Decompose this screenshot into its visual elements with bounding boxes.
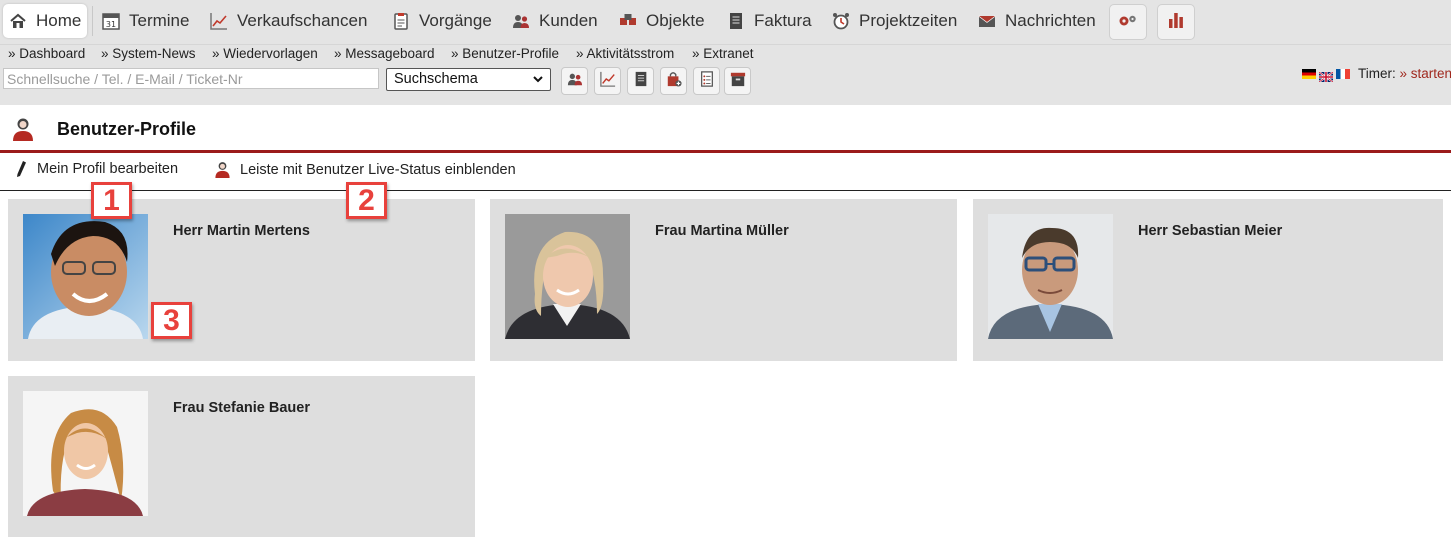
language-switcher <box>1302 69 1350 83</box>
nav-kunden[interactable]: Kunden <box>512 4 598 38</box>
edit-profile-label: Mein Profil bearbeiten <box>37 161 179 177</box>
home-icon <box>9 12 27 30</box>
settings-button[interactable] <box>1109 4 1147 40</box>
profile-name[interactable]: Frau Stefanie Bauer <box>173 400 310 416</box>
nav-vorgaenge[interactable]: Vorgänge <box>392 4 492 38</box>
main-navigation: Home 31 Termine Verkaufschancen Vorgänge… <box>0 0 1451 44</box>
nav-termine[interactable]: 31 Termine <box>102 4 189 38</box>
search-schema-value: Suchschema <box>394 71 478 87</box>
nav-vorgaenge-label: Vorgänge <box>419 11 492 30</box>
profile-photo[interactable] <box>988 214 1113 339</box>
pencil-icon <box>14 160 28 178</box>
nav-faktura[interactable]: Faktura <box>727 4 812 38</box>
bar-chart-icon <box>1167 11 1185 34</box>
timer: Timer: » starten <box>1358 66 1451 81</box>
nav-projektzeiten-label: Projektzeiten <box>859 11 958 30</box>
profile-card[interactable]: Herr Sebastian Meier <box>973 199 1443 361</box>
calendar-icon: 31 <box>102 12 120 30</box>
action-bar: Mein Profil bearbeiten Leiste mit Benutz… <box>0 153 1451 191</box>
show-live-status-label: Leiste mit Benutzer Live-Status einblend… <box>240 161 516 178</box>
chevron-down-icon <box>532 73 544 89</box>
document-list-icon <box>699 70 715 92</box>
nav-kunden-label: Kunden <box>539 11 598 30</box>
user-profile-icon <box>11 116 35 147</box>
nav-verkaufschancen[interactable]: Verkaufschancen <box>210 4 367 38</box>
subnav-aktivitaetsstrom[interactable]: » Aktivitätsstrom <box>576 46 674 61</box>
quick-invoice-button[interactable] <box>627 67 654 95</box>
quick-opportunities-button[interactable] <box>594 67 621 95</box>
invoice-icon <box>633 71 649 92</box>
nav-separator <box>92 6 93 36</box>
subnav-messageboard[interactable]: » Messageboard <box>334 46 435 61</box>
nav-termine-label: Termine <box>129 11 190 30</box>
page-header: Benutzer-Profile <box>0 105 1451 153</box>
quick-archive-button[interactable] <box>724 67 751 95</box>
bag-add-icon <box>666 71 682 92</box>
nav-objekte[interactable]: Objekte <box>619 4 705 38</box>
profile-photo[interactable] <box>505 214 630 339</box>
profile-name[interactable]: Herr Martin Mertens <box>173 223 310 239</box>
cubes-icon <box>619 12 637 30</box>
nav-projektzeiten[interactable]: Projektzeiten <box>832 4 957 38</box>
nav-nachrichten[interactable]: Nachrichten <box>978 4 1096 38</box>
subnav-benutzer-profile[interactable]: » Benutzer-Profile <box>451 46 559 61</box>
invoice-icon <box>727 12 745 30</box>
users-icon <box>512 12 530 30</box>
annotation-marker-1: 1 <box>91 182 132 219</box>
sub-navigation: » Dashboard » System-News » Wiedervorlag… <box>0 44 1451 64</box>
quick-search-input[interactable] <box>3 68 379 89</box>
chart-line-icon <box>210 12 228 30</box>
uk-flag-icon[interactable] <box>1318 69 1334 83</box>
envelope-icon <box>978 12 996 30</box>
nav-faktura-label: Faktura <box>754 11 812 30</box>
quick-customers-button[interactable] <box>561 67 588 95</box>
clipboard-icon <box>392 12 410 30</box>
nav-objekte-label: Objekte <box>646 11 705 30</box>
page-title: Benutzer-Profile <box>57 119 197 139</box>
alarm-clock-icon <box>832 12 850 30</box>
svg-text:31: 31 <box>106 20 116 29</box>
search-schema-select[interactable]: Suchschema <box>386 68 551 91</box>
subnav-wiedervorlagen[interactable]: » Wiedervorlagen <box>212 46 318 61</box>
subnav-dashboard[interactable]: » Dashboard <box>8 46 85 61</box>
annotation-marker-2: 2 <box>346 182 387 219</box>
de-flag-icon[interactable] <box>1302 69 1316 79</box>
quick-order-button[interactable] <box>660 67 687 95</box>
quick-toolbar: Suchschema <box>0 64 1451 105</box>
nav-verkaufschancen-label: Verkaufschancen <box>237 11 368 30</box>
statistics-button[interactable] <box>1157 4 1195 40</box>
subnav-system-news[interactable]: » System-News <box>101 46 196 61</box>
users-icon <box>567 71 583 92</box>
nav-home[interactable]: Home <box>3 4 87 38</box>
chart-line-icon <box>599 71 616 92</box>
profile-card[interactable]: Frau Martina Müller <box>490 199 957 361</box>
nav-nachrichten-label: Nachrichten <box>1005 11 1096 30</box>
profile-photo[interactable] <box>23 391 148 516</box>
user-status-icon <box>214 160 231 179</box>
profile-card[interactable]: Herr Martin Mertens <box>8 199 475 361</box>
edit-profile-link[interactable]: Mein Profil bearbeiten <box>14 160 178 178</box>
timer-start-link[interactable]: » starten <box>1400 66 1451 81</box>
annotation-marker-3: 3 <box>151 302 192 339</box>
timer-label: Timer: <box>1358 66 1396 81</box>
profile-photo[interactable] <box>23 214 148 339</box>
subnav-extranet[interactable]: » Extranet <box>692 46 754 61</box>
fr-flag-icon[interactable] <box>1336 69 1350 79</box>
show-live-status-link[interactable]: Leiste mit Benutzer Live-Status einblend… <box>214 160 516 179</box>
profile-card[interactable]: Frau Stefanie Bauer <box>8 376 475 537</box>
quick-document-button[interactable] <box>693 67 720 95</box>
archive-box-icon <box>730 71 746 92</box>
nav-home-label: Home <box>36 11 82 30</box>
profile-name[interactable]: Herr Sebastian Meier <box>1138 223 1282 239</box>
gears-icon <box>1118 13 1138 32</box>
profile-name[interactable]: Frau Martina Müller <box>655 223 789 239</box>
